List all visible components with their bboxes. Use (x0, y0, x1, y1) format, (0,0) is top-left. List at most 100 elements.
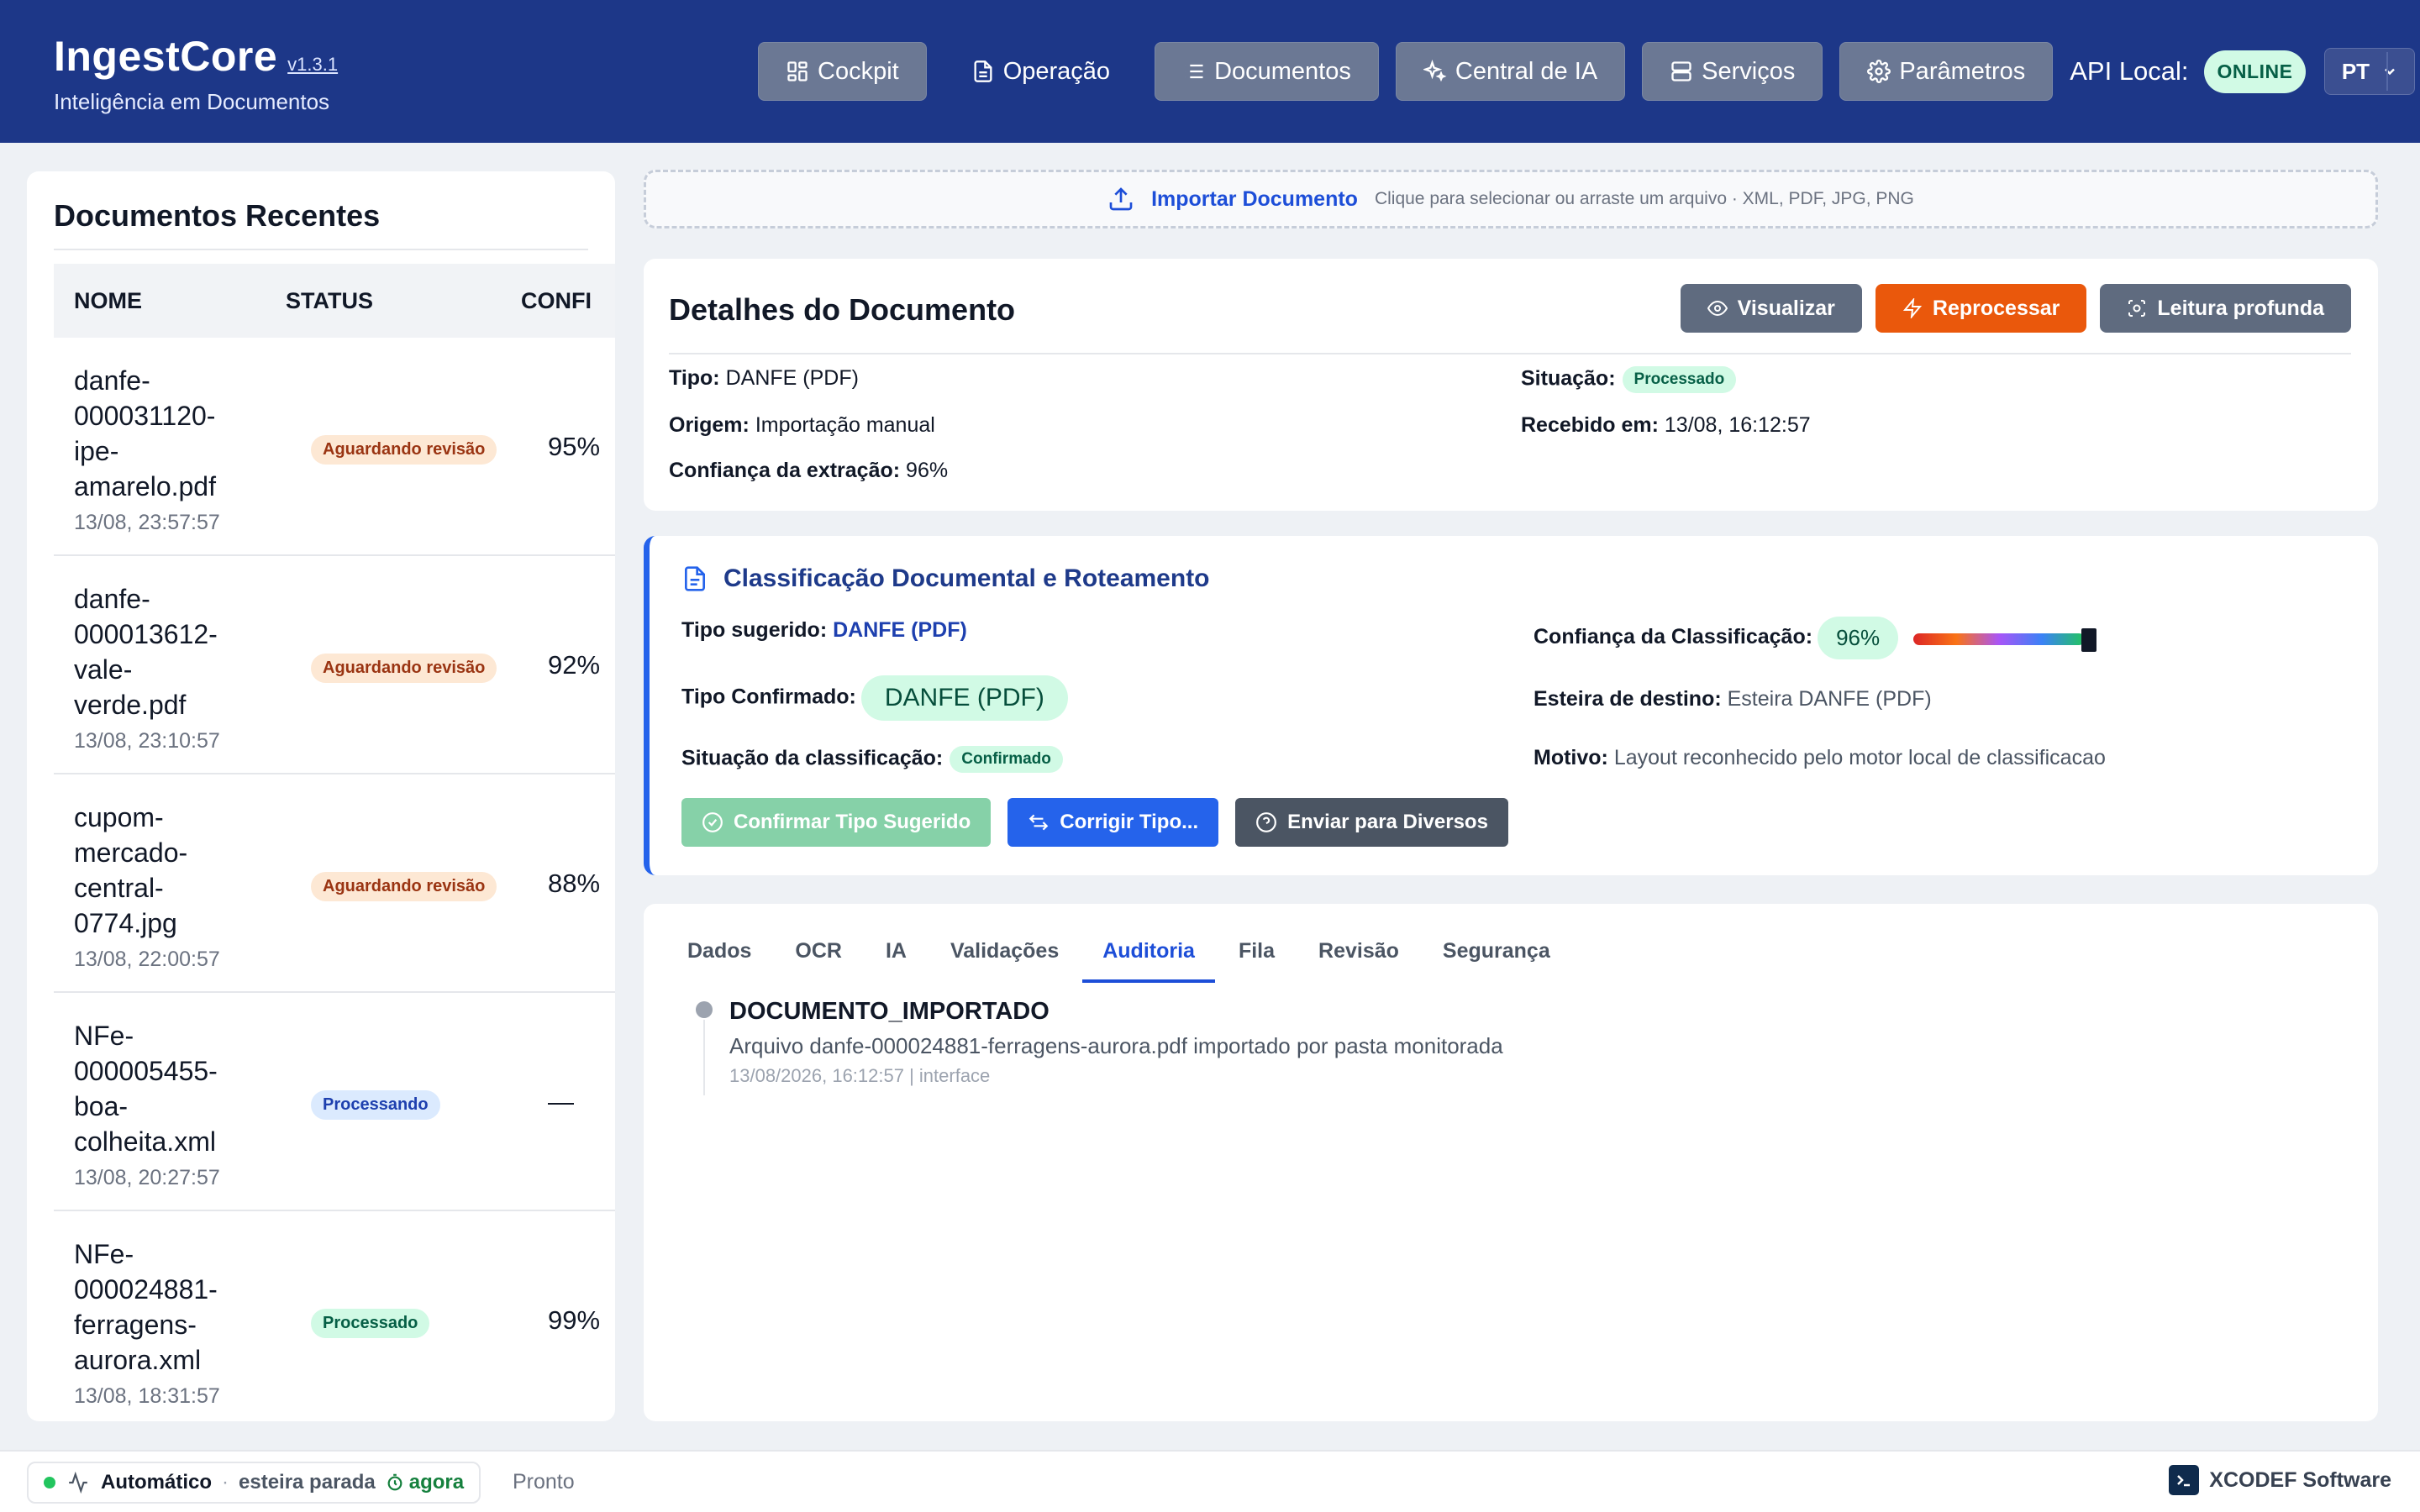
document-time: 13/08, 22:00:57 (74, 948, 220, 971)
import-hint: Clique para selecionar ou arraste um arq… (1374, 189, 1914, 208)
field-label: Recebido em: (1521, 413, 1659, 437)
column-header-name[interactable]: NOME (74, 288, 142, 314)
tab-seguranca[interactable]: Segurança (1423, 939, 1570, 983)
app-version[interactable]: v1.3.1 (287, 54, 338, 75)
language-select[interactable]: PT (2324, 48, 2416, 95)
status-bar: Automático · esteira parada agora Pronto… (0, 1450, 2420, 1512)
nav-label: Cockpit (818, 57, 899, 85)
tab-ia[interactable]: IA (865, 939, 927, 983)
document-list: danfe- 000031120- ipe- amarelo.pdf 13/08… (54, 338, 615, 1421)
classification-state-field: Situação da classificação: Confirmado (681, 746, 1063, 773)
chevron-down-icon (2385, 68, 2395, 76)
audit-event-description: Arquivo danfe-000024881-ferragens-aurora… (729, 1033, 1503, 1058)
status-badge: Processado (1622, 366, 1737, 393)
deep-read-button[interactable]: Leitura profunda (2100, 284, 2351, 333)
tab-ocr[interactable]: OCR (775, 939, 862, 983)
view-button[interactable]: Visualizar (1680, 284, 1862, 333)
separator: · (222, 1471, 229, 1494)
document-time: 13/08, 18:31:57 (74, 1384, 220, 1408)
tab-revisao[interactable]: Revisão (1298, 939, 1419, 983)
name-line: NFe- (74, 1239, 134, 1269)
name-line: verde.pdf (74, 690, 187, 720)
button-label: Reprocessar (1932, 296, 2060, 320)
nav-central-ia[interactable]: Central de IA (1395, 42, 1626, 101)
dashboard-icon (787, 61, 808, 81)
ready-status: Pronto (513, 1470, 575, 1494)
status-badge: Processado (311, 1309, 430, 1338)
upload-icon (1109, 187, 1133, 211)
activity-icon (69, 1472, 87, 1494)
table-row[interactable]: NFe- 000005455- boa- colheita.xml 13/08,… (54, 993, 615, 1211)
field-label: Tipo sugerido: (681, 618, 828, 642)
table-row[interactable]: cupom- mercado- central- 0774.jpg 13/08,… (54, 774, 615, 993)
column-header-confidence[interactable]: CONFI (521, 288, 592, 314)
sparkles-icon (1423, 60, 1447, 82)
tab-dados[interactable]: Dados (667, 939, 771, 983)
nav-parametros[interactable]: Parâmetros (1839, 42, 2054, 101)
confidence-value: — (548, 1087, 574, 1116)
nav-documentos[interactable]: Documentos (1155, 42, 1379, 101)
app-subtitle: Inteligência em Documentos (54, 89, 330, 114)
confidence-value: 88% (548, 869, 601, 898)
import-dropzone[interactable]: Importar Documento Clique para seleciona… (644, 170, 2378, 228)
nav-operacao[interactable]: Operação (944, 42, 1138, 101)
recent-documents-panel: Documentos Recentes NOME STATUS CONFI da… (27, 171, 615, 1421)
main-nav: Cockpit Operação Documentos Central de I… (758, 42, 2416, 101)
gear-icon (1867, 60, 1891, 83)
import-label: Importar Documento (1151, 186, 1358, 211)
field-value: 96% (906, 459, 949, 482)
last-update: agora (386, 1471, 464, 1494)
field-label: Confiança da Classificação: (1534, 625, 1813, 649)
document-name: cupom- mercado- central- 0774.jpg (74, 800, 267, 941)
document-time: 13/08, 23:57:57 (74, 511, 220, 534)
table-row[interactable]: danfe- 000013612- vale- verde.pdf 13/08,… (54, 556, 615, 774)
field-value: DANFE (PDF) (725, 366, 859, 390)
classification-panel: Classificação Documental e Roteamento Ti… (644, 536, 2378, 875)
name-line: vale- (74, 654, 133, 685)
name-line: cupom- (74, 802, 164, 832)
check-circle-icon (702, 812, 723, 832)
divider (669, 353, 2351, 354)
confirmed-type-field: Tipo Confirmado: DANFE (PDF) (681, 675, 1068, 721)
button-label: Leitura profunda (2157, 296, 2324, 320)
confirm-suggested-type-button[interactable]: Confirmar Tipo Sugerido (681, 798, 992, 847)
name-line: boa- (74, 1091, 129, 1121)
top-header: IngestCore v1.3.1 Inteligência em Documen… (0, 0, 2420, 143)
table-row[interactable]: NFe- 000024881- ferragens- aurora.xml 13… (54, 1211, 615, 1421)
automation-status-chip[interactable]: Automático · esteira parada agora (27, 1462, 481, 1504)
column-header-status[interactable]: STATUS (286, 288, 373, 314)
name-line: 0774.jpg (74, 908, 177, 938)
title-text: Classificação Documental e Roteamento (723, 564, 1210, 592)
audit-event-title: DOCUMENTO_IMPORTADO (729, 998, 1050, 1025)
document-icon (974, 60, 992, 82)
origin-field: Origem: Importação manual (669, 413, 935, 438)
nav-cockpit[interactable]: Cockpit (758, 42, 927, 101)
eye-icon (1707, 300, 1728, 317)
tab-bar: Dados OCR IA Validações Auditoria Fila R… (667, 939, 1574, 983)
confidence-value: 99% (548, 1305, 601, 1335)
field-value: Esteira DANFE (PDF) (1727, 687, 1932, 711)
tab-fila[interactable]: Fila (1218, 939, 1295, 983)
document-time: 13/08, 20:27:57 (74, 1166, 220, 1189)
status-dot (44, 1477, 55, 1488)
header-divider (2386, 52, 2388, 91)
field-value: Layout reconhecido pelo motor local de c… (1613, 746, 2106, 769)
document-name: NFe- 000005455- boa- colheita.xml (74, 1018, 267, 1159)
last-update-value: agora (408, 1471, 465, 1494)
name-line: ferragens- (74, 1310, 197, 1340)
send-to-misc-button[interactable]: Enviar para Diversos (1235, 798, 1508, 847)
name-line: mercado- (74, 837, 188, 868)
tab-auditoria[interactable]: Auditoria (1082, 939, 1215, 983)
reprocess-button[interactable]: Reprocessar (1875, 284, 2087, 333)
correct-type-button[interactable]: Corrigir Tipo... (1007, 798, 1219, 847)
tab-validacoes[interactable]: Validações (930, 939, 1079, 983)
name-line: NFe- (74, 1021, 134, 1051)
name-line: amarelo.pdf (74, 471, 216, 501)
document-time: 13/08, 23:10:57 (74, 729, 220, 753)
type-field: Tipo: DANFE (PDF) (669, 366, 859, 391)
table-row[interactable]: danfe- 000031120- ipe- amarelo.pdf 13/08… (54, 338, 615, 556)
confidence-value: 92% (548, 650, 601, 680)
nav-servicos[interactable]: Serviços (1642, 42, 1823, 101)
field-label: Confiança da extração: (669, 459, 901, 482)
field-value: DANFE (PDF) (833, 618, 967, 642)
